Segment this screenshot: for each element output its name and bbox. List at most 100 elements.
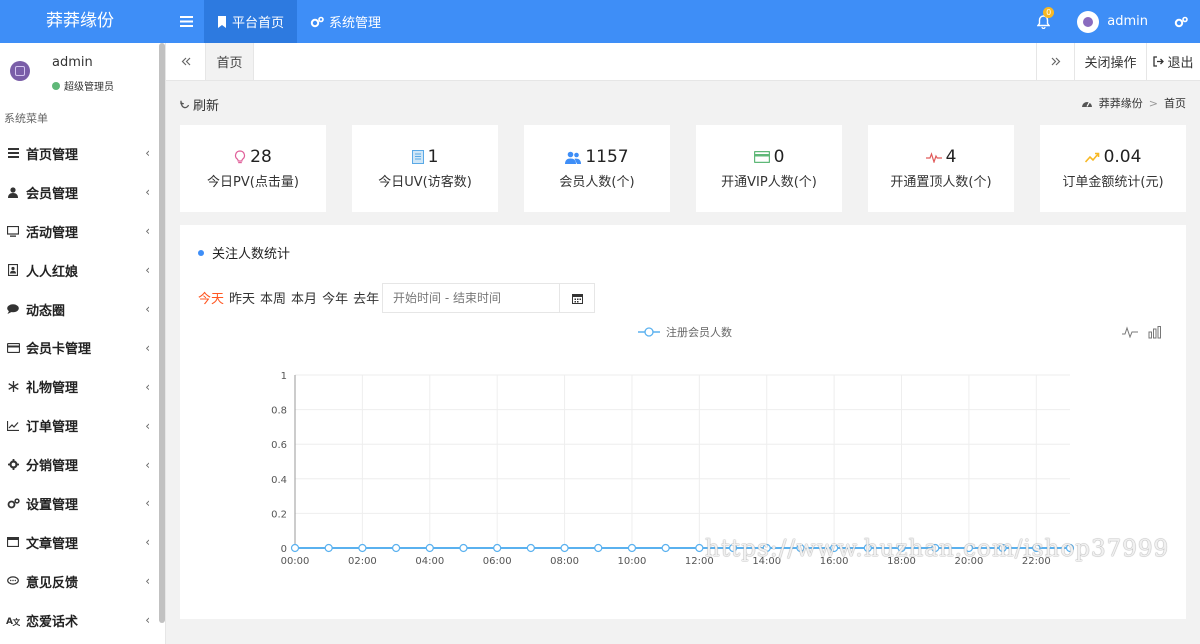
hamburger-icon	[179, 16, 193, 27]
credit-card-icon	[6, 341, 20, 355]
switch-to-bar-button[interactable]	[1148, 326, 1162, 339]
top-nav-platform-home[interactable]: 平台首页	[204, 0, 298, 43]
brand-logo[interactable]: 莽莽缘份	[0, 0, 160, 43]
sidebar-item-label: 动态圈	[26, 303, 66, 319]
chevron-left-icon: ‹	[145, 379, 150, 394]
stat-value: 0.04	[1103, 147, 1142, 167]
x-tick-label: 18:00	[887, 556, 916, 567]
refresh-button[interactable]: 刷新	[180, 95, 219, 114]
sidebar-item-label: 会员卡管理	[26, 342, 92, 358]
panel-title: 关注人数统计	[198, 243, 290, 262]
refresh-label: 刷新	[193, 99, 220, 114]
sidebar-item-4[interactable]: 动态圈 ‹	[0, 290, 160, 329]
sidebar-item-8[interactable]: 分销管理 ‹	[0, 445, 160, 484]
data-point	[897, 543, 906, 553]
stat-card-5: 0.04 订单金额统计(元)	[1040, 125, 1186, 212]
sidebar-item-7[interactable]: 订单管理 ‹	[0, 406, 160, 445]
stat-card-1: 1 今日UV(访客数)	[352, 125, 498, 212]
gears-icon	[1174, 16, 1188, 27]
logout-button[interactable]: 退出	[1146, 43, 1200, 80]
tab-scroll-right-button[interactable]	[1036, 43, 1074, 80]
stat-value-row: 28	[234, 147, 272, 167]
sidebar-scrollbar[interactable]	[159, 43, 165, 623]
data-point	[1032, 543, 1041, 553]
breadcrumb-separator: >	[1148, 96, 1158, 110]
range-option-0[interactable]: 今天	[198, 288, 224, 307]
heartbeat-icon	[925, 151, 942, 163]
data-point	[964, 543, 974, 553]
data-point	[526, 543, 535, 553]
chevron-left-icon: ‹	[145, 418, 150, 433]
breadcrumb-root[interactable]: 莽莽缘份	[1099, 95, 1143, 111]
sidebar-item-1[interactable]: 会员管理 ‹	[0, 173, 160, 212]
top-nav-label: 系统管理	[329, 16, 382, 31]
data-point	[1065, 543, 1075, 553]
date-range-input[interactable]	[382, 283, 560, 313]
y-tick-label: 0.8	[271, 406, 287, 417]
sidebar-item-label: 意见反馈	[26, 575, 79, 591]
sidebar-item-10[interactable]: 文章管理 ‹	[0, 523, 160, 562]
tab-bar: 首页 关闭操作 退出	[166, 43, 1200, 81]
sidebar-item-2[interactable]: 活动管理 ‹	[0, 212, 160, 251]
window-icon	[6, 535, 20, 549]
sidebar-item-6[interactable]: 礼物管理 ‹	[0, 367, 160, 406]
snowflake-icon	[6, 380, 20, 394]
calendar-button[interactable]	[559, 283, 595, 313]
range-option-3[interactable]: 本月	[291, 288, 317, 307]
range-option-4[interactable]: 今年	[322, 288, 348, 307]
legend-series-name: 注册会员人数	[666, 326, 732, 339]
data-point	[830, 543, 839, 553]
document-icon	[411, 150, 424, 164]
stat-label: 今日PV(点击量)	[207, 175, 299, 190]
stat-label: 订单金额统计(元)	[1062, 175, 1164, 190]
top-nav-system[interactable]: 系统管理	[297, 0, 394, 43]
menu-toggle-button[interactable]	[168, 0, 204, 43]
sidebar-item-label: 活动管理	[26, 225, 79, 241]
sidebar-item-0[interactable]: 首页管理 ‹	[0, 134, 160, 173]
sidebar-user-panel: admin 超级管理员	[0, 43, 165, 106]
chevron-left-icon: ‹	[145, 185, 150, 200]
range-option-2[interactable]: 本周	[260, 288, 286, 307]
range-option-1[interactable]: 昨天	[229, 288, 255, 307]
x-tick-label: 10:00	[618, 556, 647, 567]
data-point	[594, 543, 603, 553]
data-point	[931, 543, 940, 553]
theme-settings-button[interactable]	[1166, 0, 1196, 43]
stat-value-row: 0	[753, 147, 784, 167]
data-point	[762, 543, 771, 553]
sidebar-item-11[interactable]: 意见反馈 ‹	[0, 562, 160, 601]
sidebar-item-label: 设置管理	[26, 497, 79, 513]
data-point	[290, 543, 300, 553]
stat-card-3: 0 开通VIP人数(个)	[696, 125, 842, 212]
range-option-5[interactable]: 去年	[353, 288, 379, 307]
line-chart-icon	[1122, 326, 1138, 338]
quick-range-selector: 今天 昨天 本周 本月 今年 去年	[198, 288, 379, 307]
x-tick-label: 12:00	[685, 556, 714, 567]
chevron-left-icon: ‹	[145, 146, 150, 161]
stat-value-row: 4	[925, 147, 956, 167]
data-point	[627, 543, 637, 553]
lightbulb-icon	[234, 149, 246, 165]
double-chevron-right-icon	[1051, 57, 1060, 66]
sidebar-item-9[interactable]: 设置管理 ‹	[0, 484, 160, 523]
x-tick-label: 06:00	[483, 556, 512, 567]
sidebar-item-12[interactable]: A 文恋爱话术 ‹	[0, 601, 160, 640]
chevron-left-icon: ‹	[145, 340, 150, 355]
sidebar-item-3[interactable]: 人人红娘 ‹	[0, 251, 160, 290]
tab-scroll-left-button[interactable]	[166, 43, 206, 80]
tab-home[interactable]: 首页	[206, 43, 254, 80]
stat-cards: 28 今日PV(点击量) 1 今日UV(访客数) 1157 会员人数(个) 0 开通VIP人数…	[180, 125, 1186, 212]
notification-button[interactable]: 0	[1023, 0, 1063, 43]
user-icon	[6, 185, 20, 199]
switch-to-line-button[interactable]	[1122, 326, 1138, 339]
avatar	[1077, 10, 1100, 33]
user-menu[interactable]: admin	[1077, 10, 1148, 33]
stat-value-row: 1	[411, 147, 438, 167]
bar-chart-icon	[1148, 326, 1161, 339]
sidebar-item-5[interactable]: 会员卡管理 ‹	[0, 328, 160, 367]
chart-legend[interactable]: 注册会员人数	[638, 324, 732, 340]
panel-title-text: 关注人数统计	[212, 247, 291, 262]
stat-card-4: 4 开通置顶人数(个)	[868, 125, 1014, 212]
close-tabs-button[interactable]: 关闭操作	[1074, 43, 1146, 80]
title-dot	[198, 249, 204, 256]
